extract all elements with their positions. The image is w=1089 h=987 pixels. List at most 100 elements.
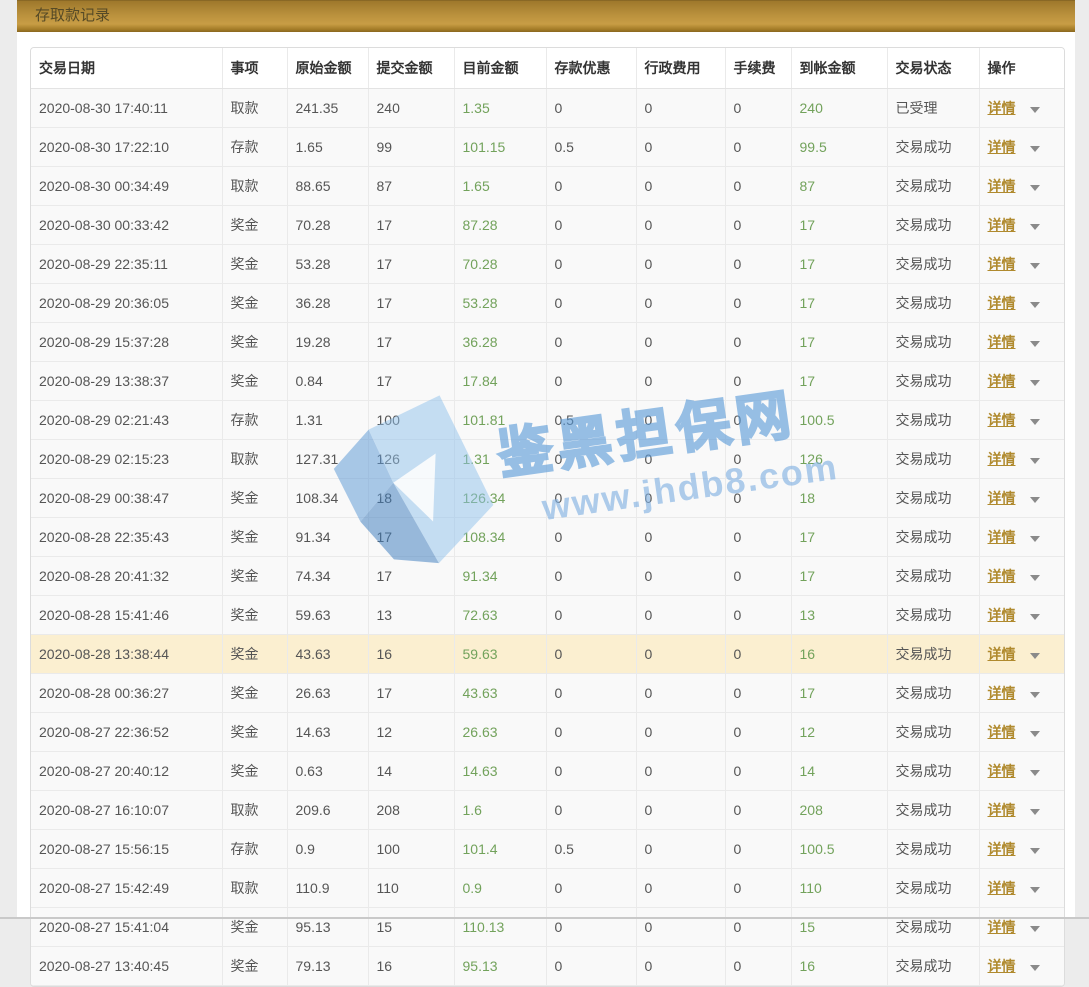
chevron-down-icon[interactable] (1030, 731, 1040, 737)
chevron-down-icon[interactable] (1030, 146, 1040, 152)
table-row: 2020-08-27 15:56:15存款0.9100101.40.500100… (31, 830, 1064, 869)
cell-admin_fee: 0 (636, 713, 725, 752)
cell-action: 详情 (979, 284, 1064, 323)
details-link[interactable]: 详情 (988, 607, 1016, 623)
chevron-down-icon[interactable] (1030, 614, 1040, 620)
chevron-down-icon[interactable] (1030, 848, 1040, 854)
details-link[interactable]: 详情 (988, 256, 1016, 272)
cell-current: 17.84 (454, 362, 546, 401)
chevron-down-icon[interactable] (1030, 263, 1040, 269)
chevron-down-icon[interactable] (1030, 770, 1040, 776)
cell-action: 详情 (979, 206, 1064, 245)
details-link[interactable]: 详情 (988, 217, 1016, 233)
cell-status: 交易成功 (887, 557, 979, 596)
cell-original: 70.28 (287, 206, 368, 245)
chevron-down-icon[interactable] (1030, 458, 1040, 464)
cell-admin_fee: 0 (636, 440, 725, 479)
column-header-action: 操作 (979, 48, 1064, 89)
chevron-down-icon[interactable] (1030, 809, 1040, 815)
details-link[interactable]: 详情 (988, 919, 1016, 935)
cell-submitted: 240 (368, 89, 454, 128)
cell-received: 14 (791, 752, 887, 791)
cell-date: 2020-08-27 22:36:52 (31, 713, 222, 752)
cell-admin_fee: 0 (636, 323, 725, 362)
details-link[interactable]: 详情 (988, 334, 1016, 350)
cell-received: 240 (791, 89, 887, 128)
cell-action: 详情 (979, 674, 1064, 713)
cell-date: 2020-08-27 16:10:07 (31, 791, 222, 830)
cell-action: 详情 (979, 869, 1064, 908)
details-link[interactable]: 详情 (988, 412, 1016, 428)
cell-received: 17 (791, 518, 887, 557)
cell-submitted: 13 (368, 596, 454, 635)
cell-fee: 0 (725, 440, 791, 479)
cell-current: 101.15 (454, 128, 546, 167)
chevron-down-icon[interactable] (1030, 185, 1040, 191)
details-link[interactable]: 详情 (988, 763, 1016, 779)
cell-submitted: 110 (368, 869, 454, 908)
details-link[interactable]: 详情 (988, 802, 1016, 818)
cell-bonus: 0 (546, 557, 636, 596)
cell-type: 存款 (222, 128, 287, 167)
chevron-down-icon[interactable] (1030, 692, 1040, 698)
cell-original: 1.31 (287, 401, 368, 440)
cell-status: 交易成功 (887, 518, 979, 557)
cell-current: 1.31 (454, 440, 546, 479)
details-link[interactable]: 详情 (988, 178, 1016, 194)
cell-submitted: 16 (368, 947, 454, 986)
chevron-down-icon[interactable] (1030, 887, 1040, 893)
cell-bonus: 0 (546, 440, 636, 479)
cell-fee: 0 (725, 401, 791, 440)
cell-bonus: 0 (546, 596, 636, 635)
chevron-down-icon[interactable] (1030, 302, 1040, 308)
cell-type: 奖金 (222, 674, 287, 713)
column-header-original: 原始金额 (287, 48, 368, 89)
chevron-down-icon[interactable] (1030, 419, 1040, 425)
chevron-down-icon[interactable] (1030, 380, 1040, 386)
cell-admin_fee: 0 (636, 128, 725, 167)
chevron-down-icon[interactable] (1030, 575, 1040, 581)
details-link[interactable]: 详情 (988, 724, 1016, 740)
details-link[interactable]: 详情 (988, 373, 1016, 389)
cell-submitted: 17 (368, 362, 454, 401)
cell-current: 110.13 (454, 908, 546, 947)
chevron-down-icon[interactable] (1030, 653, 1040, 659)
chevron-down-icon[interactable] (1030, 224, 1040, 230)
table-row: 2020-08-28 00:36:27奖金26.631743.6300017交易… (31, 674, 1064, 713)
details-link[interactable]: 详情 (988, 490, 1016, 506)
cell-fee: 0 (725, 557, 791, 596)
details-link[interactable]: 详情 (988, 646, 1016, 662)
cell-current: 70.28 (454, 245, 546, 284)
cell-date: 2020-08-28 13:38:44 (31, 635, 222, 674)
details-link[interactable]: 详情 (988, 295, 1016, 311)
cell-fee: 0 (725, 206, 791, 245)
details-link[interactable]: 详情 (988, 841, 1016, 857)
cell-current: 87.28 (454, 206, 546, 245)
cell-original: 241.35 (287, 89, 368, 128)
chevron-down-icon[interactable] (1030, 536, 1040, 542)
cell-fee: 0 (725, 362, 791, 401)
cell-status: 交易成功 (887, 479, 979, 518)
table-row: 2020-08-27 13:40:45奖金79.131695.1300016交易… (31, 947, 1064, 986)
chevron-down-icon[interactable] (1030, 341, 1040, 347)
cell-fee: 0 (725, 284, 791, 323)
details-link[interactable]: 详情 (988, 958, 1016, 974)
details-link[interactable]: 详情 (988, 685, 1016, 701)
table-row: 2020-08-30 17:40:11取款241.352401.35000240… (31, 89, 1064, 128)
cell-bonus: 0 (546, 635, 636, 674)
content-panel: 存取款记录 交易日期事项原始金额提交金额目前金额存款优惠行政费用手续费到帐金额交… (17, 0, 1075, 919)
chevron-down-icon[interactable] (1030, 497, 1040, 503)
details-link[interactable]: 详情 (988, 139, 1016, 155)
chevron-down-icon[interactable] (1030, 107, 1040, 113)
cell-admin_fee: 0 (636, 869, 725, 908)
details-link[interactable]: 详情 (988, 451, 1016, 467)
details-link[interactable]: 详情 (988, 100, 1016, 116)
details-link[interactable]: 详情 (988, 568, 1016, 584)
details-link[interactable]: 详情 (988, 880, 1016, 896)
cell-status: 已受理 (887, 89, 979, 128)
cell-bonus: 0 (546, 479, 636, 518)
chevron-down-icon[interactable] (1030, 965, 1040, 971)
details-link[interactable]: 详情 (988, 529, 1016, 545)
cell-current: 101.81 (454, 401, 546, 440)
chevron-down-icon[interactable] (1030, 926, 1040, 932)
